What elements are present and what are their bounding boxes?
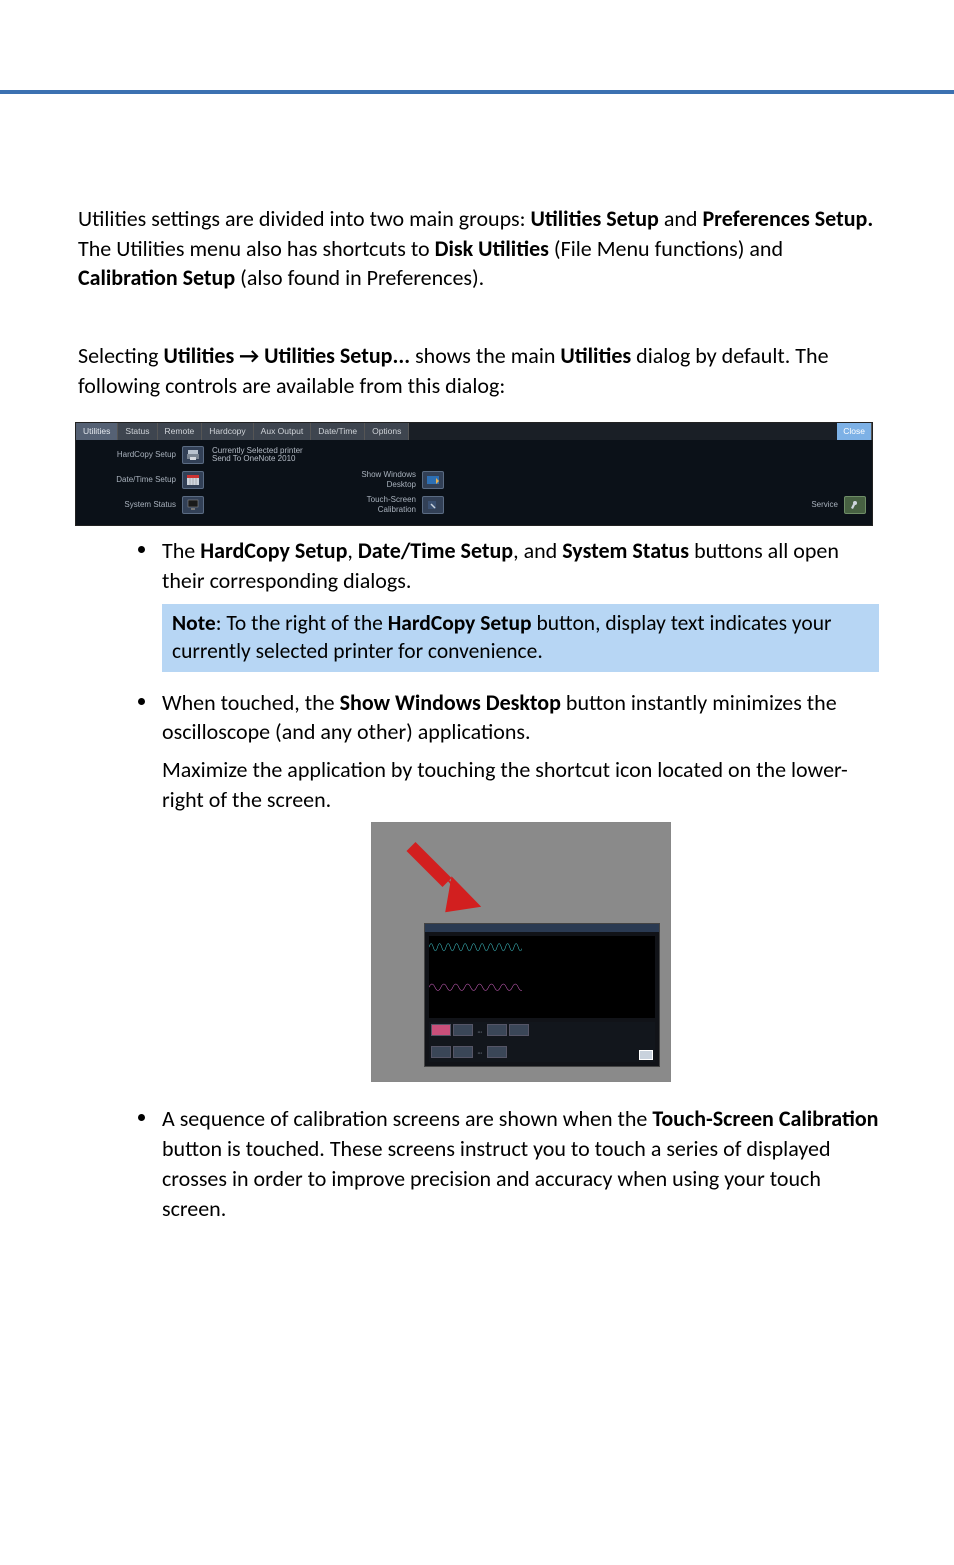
text: Show Windows [361,470,416,479]
selecting-paragraph: Selecting Utilities → Utilities Setup...… [78,341,879,400]
bullet-1-text: The HardCopy Setup, Date/Time Setup, and… [162,536,879,595]
chip-icon [453,1024,473,1036]
text: (also found in Preferences). [235,264,484,291]
text: Selecting [78,342,164,369]
system-status-strong: System Status [562,537,689,564]
text: , [347,537,357,564]
chip-icon [509,1024,529,1036]
preview-wrap: ··· ··· [162,822,879,1082]
disk-utilities-strong: Disk Utilities [435,235,549,262]
touch-icon[interactable] [422,496,444,514]
tab-hardcopy[interactable]: Hardcopy [202,423,253,440]
bullet-list: The HardCopy Setup, Date/Time Setup, and… [138,536,879,1223]
chip-icon [487,1046,507,1058]
text: A sequence of calibration screens are sh… [162,1105,652,1132]
desktop-icon[interactable] [422,471,444,489]
note-label: Note [172,610,216,636]
bullet-2-text: When touched, the Show Windows Desktop b… [162,688,879,747]
chip-icon [431,1046,451,1058]
date-time-setup-strong: Date/Time Setup [358,537,513,564]
note-box: Note: To the right of the HardCopy Setup… [162,604,879,672]
text: Desktop [387,480,416,489]
menu-path-strong: Utilities → Utilities Setup... [164,342,411,369]
mini-titlebar [425,924,659,932]
mini-text: ··· [475,1028,486,1036]
dialog-tabs: Utilities Status Remote Hardcopy Aux Out… [76,423,872,440]
text: button is touched. These screens instruc… [162,1135,831,1221]
chip-icon [431,1024,451,1036]
text: (File Menu functions) and [549,235,783,262]
calibration-setup-strong: Calibration Setup [78,264,235,291]
show-desktop-label: Show Windows Desktop [204,470,422,492]
oscilloscope-preview: ··· ··· [371,822,671,1082]
list-item: A sequence of calibration screens are sh… [138,1104,879,1223]
text: When touched, the [162,689,340,716]
hardcopy-setup-strong: HardCopy Setup [388,610,532,636]
service-icon[interactable] [844,496,866,514]
mini-scope: ··· ··· [424,923,660,1067]
preferences-setup-strong: Preferences Setup. [702,205,873,232]
show-windows-desktop-strong: Show Windows Desktop [340,689,561,716]
calendar-icon[interactable] [182,471,204,489]
printer-icon[interactable] [182,446,204,464]
dialog-body: HardCopy Setup Currently Selected printe… [76,440,872,525]
system-row: System Status Touch-Screen Calibration S… [82,494,866,516]
tab-aux-output[interactable]: Aux Output [254,423,312,440]
selected-printer-text: Currently Selected printer Send To OneNo… [212,447,303,465]
chip-icon [453,1046,473,1058]
tab-status[interactable]: Status [118,423,157,440]
system-status-label: System Status [82,500,182,511]
hardcopy-setup-strong: HardCopy Setup [200,537,347,564]
text: , and [513,537,562,564]
utilities-strong: Utilities [560,342,631,369]
touch-screen-label: Touch-Screen Calibration [204,495,422,517]
monitor-icon[interactable] [182,496,204,514]
shortcut-icon[interactable] [639,1050,653,1060]
text: Send To OneNote 2010 [212,455,303,464]
service-label: Service [811,500,844,511]
red-arrow-icon [402,833,492,923]
tab-date-time[interactable]: Date/Time [311,423,365,440]
text: The [162,537,200,564]
tab-remote[interactable]: Remote [158,423,203,440]
text: Touch-Screen [367,495,416,504]
text: Utilities settings are divided into two … [78,205,531,232]
chip-icon [487,1024,507,1036]
list-item: When touched, the Show Windows Desktop b… [138,688,879,1083]
utilities-dialog-screenshot: Utilities Status Remote Hardcopy Aux Out… [75,422,873,526]
hardcopy-row: HardCopy Setup Currently Selected printe… [82,444,866,466]
hardcopy-setup-label: HardCopy Setup [82,450,182,461]
utilities-setup-strong: Utilities Setup [531,205,659,232]
intro-paragraph: Utilities settings are divided into two … [78,204,879,293]
close-button[interactable]: Close [837,423,872,440]
tab-utilities[interactable]: Utilities [76,423,118,440]
header-rule [0,90,954,94]
text: Calibration [378,505,416,514]
bullet-2-p2: Maximize the application by touching the… [162,755,879,814]
list-item: The HardCopy Setup, Date/Time Setup, and… [138,536,879,671]
datetime-row: Date/Time Setup Show Windows Desktop [82,469,866,491]
mini-text: ··· [475,1049,486,1057]
bullet-3-text: A sequence of calibration screens are sh… [162,1104,879,1223]
mini-controls: ··· ··· [429,1022,655,1062]
waveform-area [429,936,655,1018]
date-time-setup-label: Date/Time Setup [82,475,182,486]
text: : To the right of the [216,610,388,636]
touch-screen-calibration-strong: Touch-Screen Calibration [652,1105,878,1132]
text: and [659,205,703,232]
tab-options[interactable]: Options [365,423,409,440]
text: shows the main [410,342,560,369]
text: The Utilities menu also has shortcuts to [78,235,435,262]
main-content: Utilities settings are divided into two … [0,204,954,1223]
